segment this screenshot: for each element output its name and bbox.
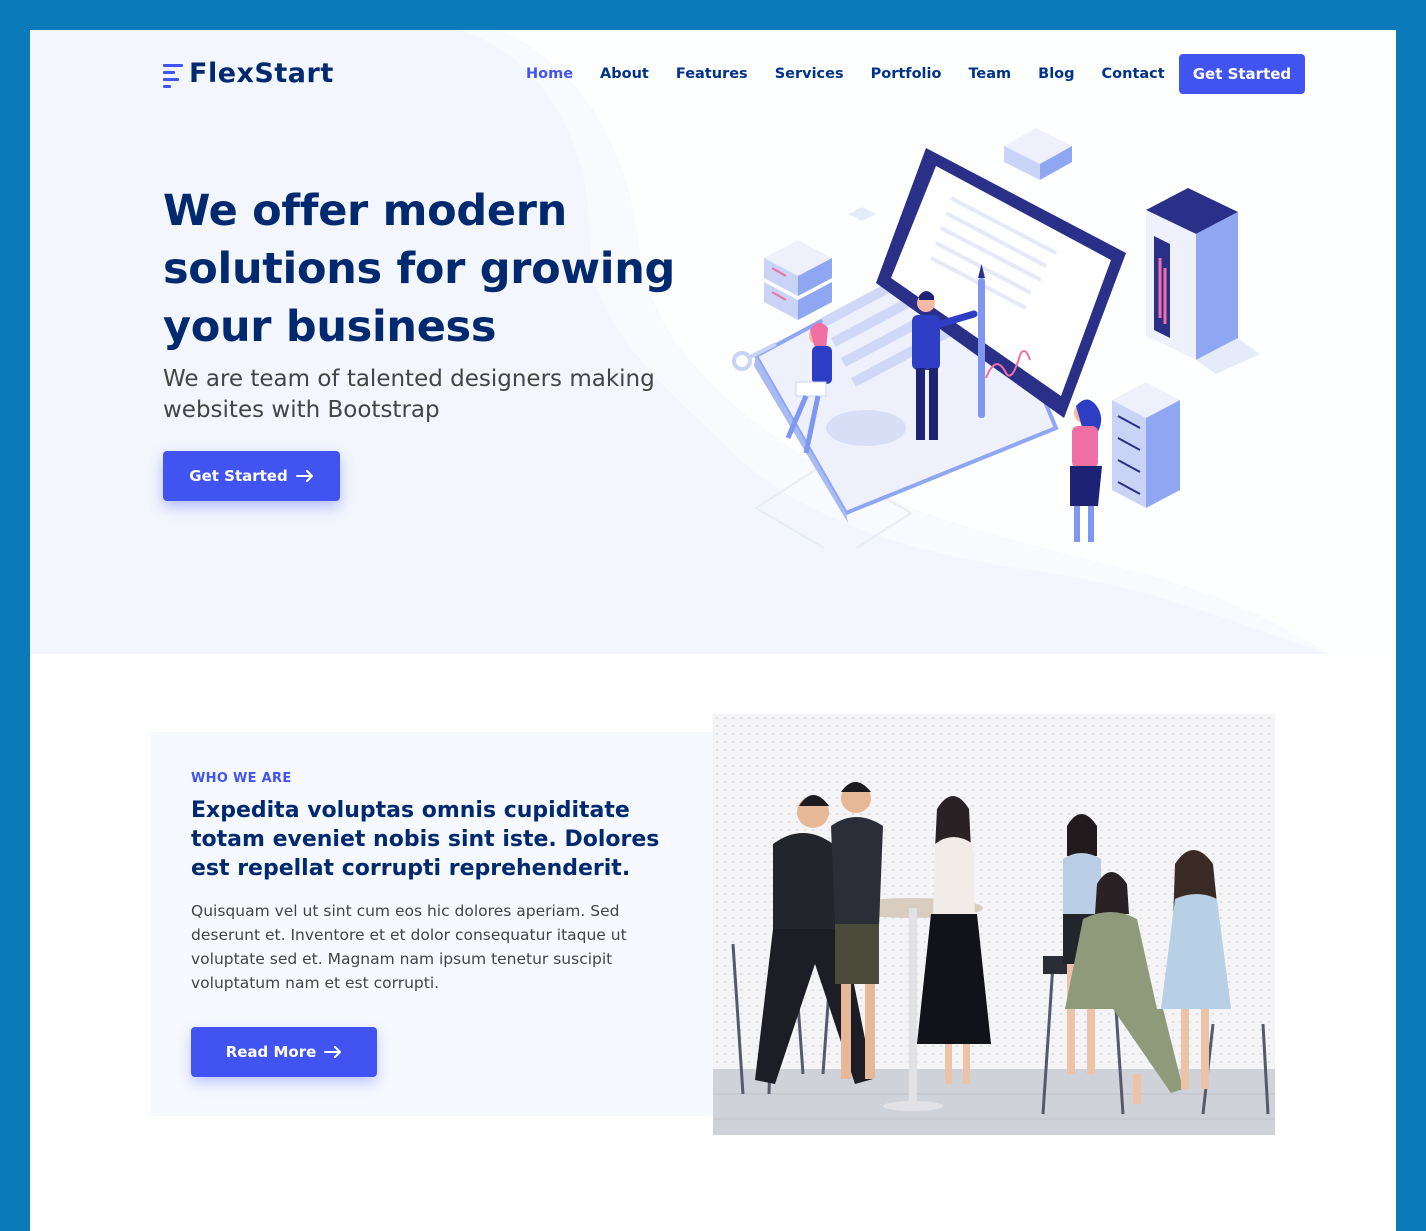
nav-features[interactable]: Features	[676, 66, 748, 82]
about-text: Quisquam vel ut sint cum eos hic dolores…	[191, 902, 627, 992]
get-started-nav-button[interactable]: Get Started	[1178, 54, 1306, 94]
logo-icon	[163, 59, 185, 88]
nav-services[interactable]: Services	[775, 66, 844, 82]
hero-subtitle: We are team of talented designers making…	[163, 366, 655, 423]
about-eyebrow: WHO WE ARE	[191, 771, 292, 786]
nav-home[interactable]: Home	[526, 66, 573, 82]
read-more-label: Read More	[225, 1043, 317, 1061]
hero-button-label: Get Started	[189, 467, 288, 485]
main-nav: Home About Features Services Portfolio T…	[514, 53, 1306, 95]
nav-about[interactable]: About	[600, 66, 649, 82]
nav-contact[interactable]: Contact	[1102, 66, 1165, 82]
nav-team[interactable]: Team	[968, 66, 1011, 82]
nav-portfolio[interactable]: Portfolio	[871, 66, 942, 82]
hero-title: We offer modern solutions for growing yo…	[163, 186, 676, 352]
read-more-button[interactable]: Read More	[191, 1027, 377, 1077]
logo[interactable]: FlexStart	[163, 56, 334, 90]
arrow-right-icon	[324, 1046, 342, 1058]
page: FlexStart Home About Features Services P…	[30, 30, 1396, 1231]
hero-section: FlexStart Home About Features Services P…	[30, 30, 1396, 654]
logo-text: FlexStart	[189, 57, 334, 89]
isometric-laptop-illustration	[732, 128, 1260, 548]
nav-blog[interactable]: Blog	[1038, 66, 1074, 82]
site-header: FlexStart Home About Features Services P…	[30, 30, 1396, 118]
about-heading: Expedita voluptas omnis cupiditate totam…	[191, 798, 660, 881]
team-meeting-photo	[713, 714, 1275, 1135]
get-started-hero-button[interactable]: Get Started	[163, 451, 340, 501]
arrow-right-icon	[295, 470, 313, 482]
